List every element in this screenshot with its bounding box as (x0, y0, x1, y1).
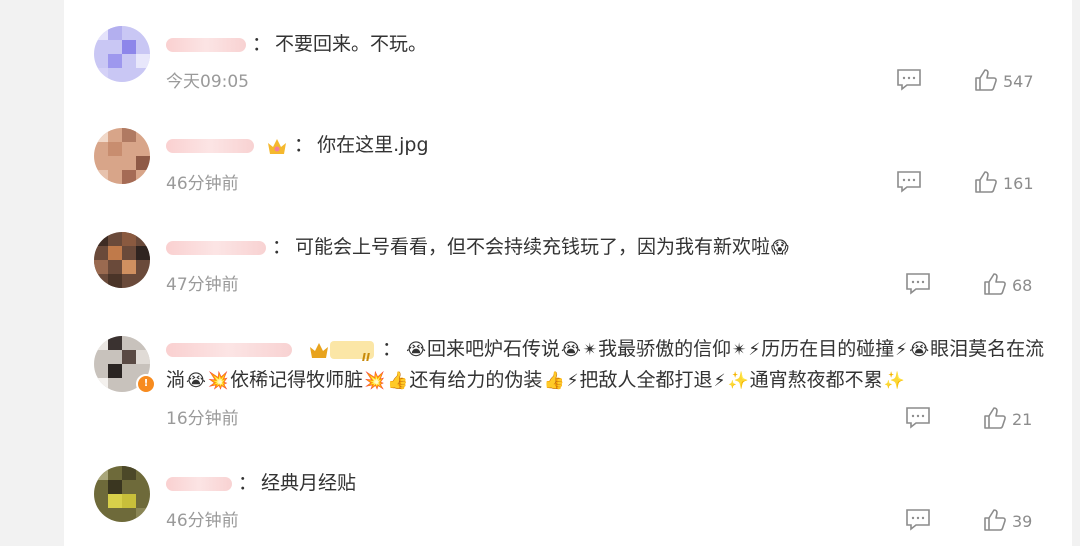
like-count: 547 (1003, 72, 1034, 91)
comment-time: 46分钟前 (166, 174, 239, 194)
comment-text: 经典月经贴 (261, 472, 357, 494)
avatar[interactable] (94, 26, 150, 82)
colon: ： (238, 472, 258, 494)
comment-panel: ：不要回来。不玩。 今天09:05 547 ：你在这里.jpg 46分钟前 16… (64, 0, 1072, 546)
comment-text: 回来吧炉石传说 (426, 338, 560, 360)
colon: ： (272, 236, 292, 258)
comment-time: 46分钟前 (166, 511, 239, 531)
username[interactable] (166, 138, 254, 153)
like-icon[interactable] (983, 508, 1007, 532)
burst-emoji-icon: 💥 (207, 370, 230, 391)
burst-emoji-icon: 💥 (364, 370, 386, 391)
thumbs-up-emoji-icon: 👍 (387, 370, 409, 391)
bolt-emoji-icon: ⚡ (895, 339, 908, 360)
like-icon[interactable] (974, 68, 998, 92)
username[interactable] (166, 37, 246, 52)
comment-line: II： 😭回来吧炉石传说😭 ✴我最骄傲的信仰✴ ⚡历历在目的碰撞⚡ 😭眼泪莫名在流淌😭 💥… (166, 334, 1052, 396)
comment-line: ：不要回来。不玩。 (166, 30, 1052, 58)
crown-badge-icon (268, 138, 287, 154)
cry-emoji-icon: 😭 (560, 339, 581, 360)
sparkle-emoji-icon: ✨ (883, 370, 905, 391)
star-emoji-icon: ✴ (732, 339, 747, 360)
cry-emoji-icon: 😭 (186, 370, 206, 391)
colon: ： (294, 134, 314, 156)
username[interactable] (166, 240, 266, 255)
like-count: 21 (1012, 410, 1033, 429)
comment-icon[interactable] (905, 406, 931, 430)
verified-badge-icon: ! (136, 374, 156, 394)
scream-emoji-icon: 😱 (771, 237, 789, 258)
crown-badge-icon (310, 342, 329, 358)
comment-icon[interactable] (905, 508, 931, 532)
comment-time: 47分钟前 (166, 275, 239, 295)
comment-text: 通宵熬夜都不累 (749, 369, 883, 391)
like-count: 39 (1012, 512, 1033, 531)
colon: ： (382, 338, 402, 360)
comment-text: 可能会上号看看，但不会持续充钱玩了，因为我有新欢啦 (295, 236, 771, 258)
comment-text: 我最骄傲的信仰 (598, 338, 732, 360)
thumbs-up-emoji-icon: 👍 (543, 370, 565, 391)
comment-line: ：经典月经贴 (166, 469, 1052, 497)
colon: ： (252, 33, 272, 55)
bolt-emoji-icon: ⚡ (566, 370, 579, 391)
like-count: 161 (1003, 174, 1034, 193)
bolt-emoji-icon: ⚡ (748, 339, 761, 360)
comment-time: 今天09:05 (166, 72, 249, 92)
avatar[interactable] (94, 128, 150, 184)
comment-text: 你在这里.jpg (317, 134, 429, 156)
comment-text: 依稀记得牧师脏 (230, 369, 364, 391)
comment-text: 还有给力的伪装 (409, 369, 543, 391)
like-icon[interactable] (974, 170, 998, 194)
comment-icon[interactable] (896, 68, 922, 92)
like-icon[interactable] (983, 406, 1007, 430)
cry-emoji-icon: 😭 (909, 339, 930, 360)
like-count: 68 (1012, 276, 1033, 295)
sparkle-emoji-icon: ✨ (727, 370, 749, 391)
star-emoji-icon: ✴ (582, 339, 598, 360)
comment-line: ：可能会上号看看，但不会持续充钱玩了，因为我有新欢啦😱 (166, 233, 1052, 261)
comment-text: 不要回来。不玩。 (275, 33, 428, 55)
username[interactable] (166, 342, 292, 357)
bolt-emoji-icon: ⚡ (713, 370, 726, 391)
comment-text: 把敌人全都打退 (579, 369, 713, 391)
comment-icon[interactable] (896, 170, 922, 194)
username[interactable] (166, 476, 232, 491)
cry-emoji-icon: 😭 (406, 339, 426, 360)
comment-line: ：你在这里.jpg (166, 131, 1052, 159)
comment-time: 16分钟前 (166, 409, 239, 429)
level-badge: II (330, 340, 375, 364)
comment-icon[interactable] (905, 272, 931, 296)
avatar[interactable] (94, 466, 150, 522)
avatar[interactable] (94, 232, 150, 288)
comment-text: 历历在目的碰撞 (761, 338, 895, 360)
like-icon[interactable] (983, 272, 1007, 296)
